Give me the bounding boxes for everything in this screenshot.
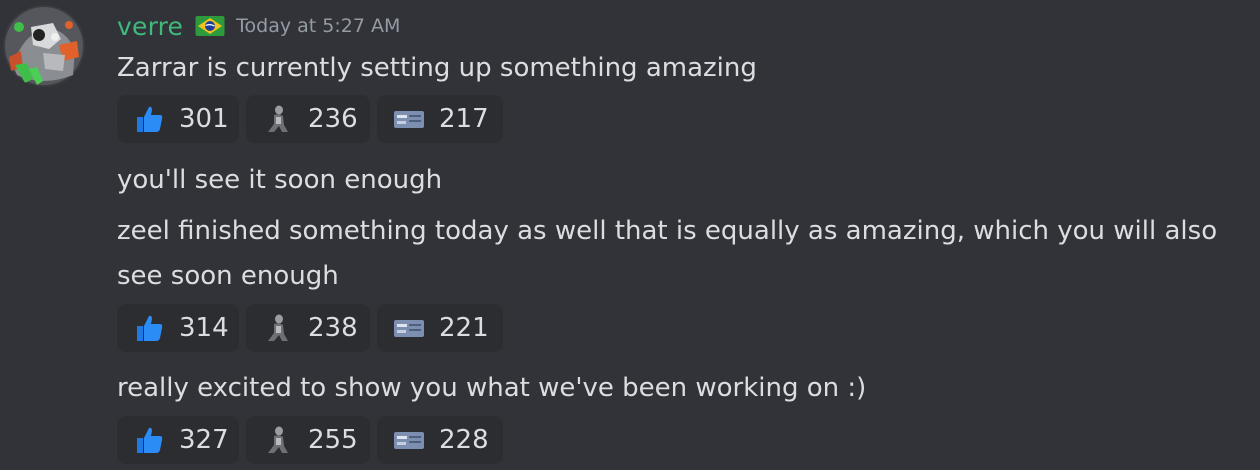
thumbs-up-icon — [133, 103, 165, 135]
reaction-bar: 327 255 228 — [117, 416, 503, 464]
message-text: really excited to show you what we've be… — [117, 373, 867, 403]
reaction-figure[interactable]: 255 — [246, 416, 370, 464]
reaction-figure[interactable]: 238 — [246, 304, 370, 352]
reaction-count: 228 — [439, 425, 489, 455]
reaction-count: 255 — [308, 425, 358, 455]
reaction-count: 301 — [179, 104, 229, 134]
message-header: verre Today at 5:27 AM — [117, 8, 400, 44]
reaction-thumbs-up[interactable]: 301 — [117, 95, 239, 143]
figure-emoji-icon — [262, 424, 294, 456]
reaction-count: 327 — [179, 425, 229, 455]
reaction-card[interactable]: 217 — [377, 95, 503, 143]
figure-emoji-icon — [262, 312, 294, 344]
user-avatar[interactable] — [3, 5, 85, 87]
thumbs-up-icon — [133, 424, 165, 456]
reaction-card[interactable]: 221 — [377, 304, 503, 352]
message-timestamp: Today at 5:27 AM — [236, 15, 401, 37]
card-emoji-icon — [393, 312, 425, 344]
reaction-count: 314 — [179, 313, 229, 343]
username[interactable]: verre — [117, 12, 183, 41]
reaction-card[interactable]: 228 — [377, 416, 503, 464]
message-text-continued: see soon enough — [117, 261, 339, 291]
reaction-count: 236 — [308, 104, 358, 134]
message-text: zeel finished something today as well th… — [117, 216, 1218, 246]
message-group: verre Today at 5:27 AM Zarrar is current… — [0, 0, 1260, 470]
avatar-image-icon — [3, 5, 85, 87]
thumbs-up-icon — [133, 312, 165, 344]
reaction-count: 238 — [308, 313, 358, 343]
message-text: Zarrar is currently setting up something… — [117, 53, 757, 83]
reaction-thumbs-up[interactable]: 314 — [117, 304, 239, 352]
card-emoji-icon — [393, 103, 425, 135]
reaction-thumbs-up[interactable]: 327 — [117, 416, 239, 464]
figure-emoji-icon — [262, 103, 294, 135]
reaction-bar: 314 238 221 — [117, 304, 503, 352]
reaction-count: 217 — [439, 104, 489, 134]
reaction-bar: 301 236 217 — [117, 95, 503, 143]
reaction-count: 221 — [439, 313, 489, 343]
card-emoji-icon — [393, 424, 425, 456]
message-text: you'll see it soon enough — [117, 165, 443, 195]
reaction-figure[interactable]: 236 — [246, 95, 370, 143]
green-flag-badge-icon[interactable] — [195, 15, 225, 37]
